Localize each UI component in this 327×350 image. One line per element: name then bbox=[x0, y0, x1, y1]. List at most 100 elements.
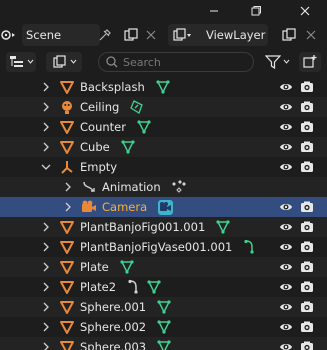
new-collection-icon bbox=[303, 55, 317, 68]
animation-icon bbox=[83, 181, 95, 192]
filter-button[interactable] bbox=[262, 52, 292, 72]
scene-selector[interactable]: Scene bbox=[0, 24, 111, 46]
outliner-row-counter[interactable]: Counter bbox=[0, 117, 327, 137]
outliner-row-name: PlantBanjoFig001.001 bbox=[80, 220, 206, 234]
visibility-eye-icon[interactable] bbox=[279, 160, 293, 174]
outliner-tree: Backsplash Ceiling Counter Cube Empty Animati… bbox=[0, 77, 327, 350]
outliner-row-sphere-003[interactable]: Sphere.003 bbox=[0, 337, 327, 350]
chevron-down-icon[interactable] bbox=[41, 162, 51, 172]
mesh-object-icon bbox=[60, 281, 74, 294]
outliner-row-animation[interactable]: Animation bbox=[0, 177, 327, 197]
new-collection-button[interactable] bbox=[299, 52, 321, 72]
chevron-right-icon[interactable] bbox=[41, 282, 51, 292]
render-camera-icon[interactable] bbox=[300, 100, 314, 114]
mesh-object-icon bbox=[60, 261, 74, 274]
outliner-row-cube[interactable]: Cube bbox=[0, 137, 327, 157]
maximize-button[interactable] bbox=[242, 0, 270, 22]
mesh-object-icon bbox=[60, 321, 74, 334]
visibility-eye-icon[interactable] bbox=[279, 320, 293, 334]
outliner-row-plantbanjofig001-001[interactable]: PlantBanjoFig001.001 bbox=[0, 217, 327, 237]
chevron-right-icon[interactable] bbox=[41, 222, 51, 232]
render-camera-icon[interactable] bbox=[300, 320, 314, 334]
outliner-row-plantbanjofigvase001-001[interactable]: PlantBanjoFigVase001.001 bbox=[0, 237, 327, 257]
display-mode-button[interactable] bbox=[46, 52, 82, 72]
filter-icon bbox=[264, 55, 281, 69]
render-camera-icon[interactable] bbox=[300, 80, 314, 94]
outliner-row-sphere-001[interactable]: Sphere.001 bbox=[0, 297, 327, 317]
render-camera-icon[interactable] bbox=[300, 300, 314, 314]
chevron-right-icon[interactable] bbox=[41, 142, 51, 152]
editor-type-button[interactable] bbox=[6, 52, 36, 72]
mesh-data-icon bbox=[147, 280, 161, 294]
light-data-icon bbox=[130, 100, 144, 114]
chevron-right-icon[interactable] bbox=[41, 342, 51, 350]
chevron-right-icon[interactable] bbox=[41, 242, 51, 252]
search-input[interactable]: Search bbox=[98, 52, 254, 72]
mesh-data-icon bbox=[156, 80, 170, 94]
chevron-right-icon[interactable] bbox=[63, 202, 73, 212]
mesh-object-icon bbox=[60, 341, 74, 350]
pin-icon[interactable] bbox=[98, 28, 112, 42]
visibility-eye-icon[interactable] bbox=[279, 80, 293, 94]
keyframes-icon bbox=[171, 180, 186, 193]
delete-scene-button[interactable] bbox=[142, 24, 160, 46]
view-layer-selector[interactable]: ViewLayer bbox=[168, 24, 268, 46]
mesh-object-icon bbox=[60, 121, 74, 134]
minimize-button[interactable] bbox=[200, 0, 228, 22]
outliner-row-empty[interactable]: Empty bbox=[0, 157, 327, 177]
scene-icon bbox=[1, 30, 15, 40]
outliner-row-backsplash[interactable]: Backsplash bbox=[0, 77, 327, 97]
scene-field[interactable]: Scene bbox=[22, 24, 111, 46]
render-camera-icon[interactable] bbox=[300, 120, 314, 134]
visibility-eye-icon[interactable] bbox=[279, 120, 293, 134]
render-camera-icon[interactable] bbox=[300, 280, 314, 294]
outliner-row-plate2[interactable]: Plate2 bbox=[0, 277, 327, 297]
outliner-row-name: Cube bbox=[80, 140, 110, 154]
view-layer-name: ViewLayer bbox=[206, 28, 266, 42]
visibility-eye-icon[interactable] bbox=[279, 260, 293, 274]
minimize-icon bbox=[210, 10, 218, 12]
outliner-row-name: Empty bbox=[80, 160, 118, 174]
view-layer-icon bbox=[52, 55, 66, 68]
render-camera-icon[interactable] bbox=[300, 220, 314, 234]
mesh-data-icon bbox=[121, 140, 135, 154]
render-camera-icon[interactable] bbox=[300, 140, 314, 154]
visibility-eye-icon[interactable] bbox=[279, 220, 293, 234]
render-camera-icon[interactable] bbox=[300, 200, 314, 214]
outliner-row-ceiling[interactable]: Ceiling bbox=[0, 97, 327, 117]
chevron-right-icon[interactable] bbox=[41, 302, 51, 312]
mesh-data-icon bbox=[157, 340, 171, 350]
delete-view-layer-button[interactable] bbox=[302, 24, 320, 46]
close-window-button[interactable] bbox=[291, 0, 319, 22]
outliner-row-sphere-002[interactable]: Sphere.002 bbox=[0, 317, 327, 337]
outliner-row-name: PlantBanjoFigVase001.001 bbox=[80, 240, 233, 254]
restore-icon bbox=[251, 6, 261, 16]
camera-object-icon bbox=[82, 200, 96, 212]
outliner-row-name: Ceiling bbox=[80, 100, 120, 114]
outliner-row-name: Plate2 bbox=[80, 280, 117, 294]
chevron-right-icon[interactable] bbox=[63, 182, 73, 192]
render-camera-icon[interactable] bbox=[300, 160, 314, 174]
render-camera-icon[interactable] bbox=[300, 260, 314, 274]
visibility-eye-icon[interactable] bbox=[279, 200, 293, 214]
visibility-eye-icon[interactable] bbox=[279, 300, 293, 314]
outliner-row-camera[interactable]: Camera bbox=[0, 197, 327, 217]
visibility-eye-icon[interactable] bbox=[279, 280, 293, 294]
visibility-eye-icon[interactable] bbox=[279, 340, 293, 350]
chevron-right-icon[interactable] bbox=[41, 122, 51, 132]
outliner-row-plate[interactable]: Plate bbox=[0, 257, 327, 277]
camera-data-icon[interactable] bbox=[157, 199, 174, 215]
visibility-eye-icon[interactable] bbox=[279, 240, 293, 254]
new-scene-button[interactable] bbox=[120, 24, 142, 46]
chevron-right-icon[interactable] bbox=[41, 262, 51, 272]
render-layers-icon bbox=[173, 28, 191, 41]
visibility-eye-icon[interactable] bbox=[279, 100, 293, 114]
close-icon bbox=[300, 6, 310, 16]
render-camera-icon[interactable] bbox=[300, 240, 314, 254]
render-camera-icon[interactable] bbox=[300, 340, 314, 350]
chevron-right-icon[interactable] bbox=[41, 102, 51, 112]
visibility-eye-icon[interactable] bbox=[279, 140, 293, 154]
new-view-layer-button[interactable] bbox=[278, 24, 300, 46]
chevron-right-icon[interactable] bbox=[41, 82, 51, 92]
chevron-right-icon[interactable] bbox=[41, 322, 51, 332]
